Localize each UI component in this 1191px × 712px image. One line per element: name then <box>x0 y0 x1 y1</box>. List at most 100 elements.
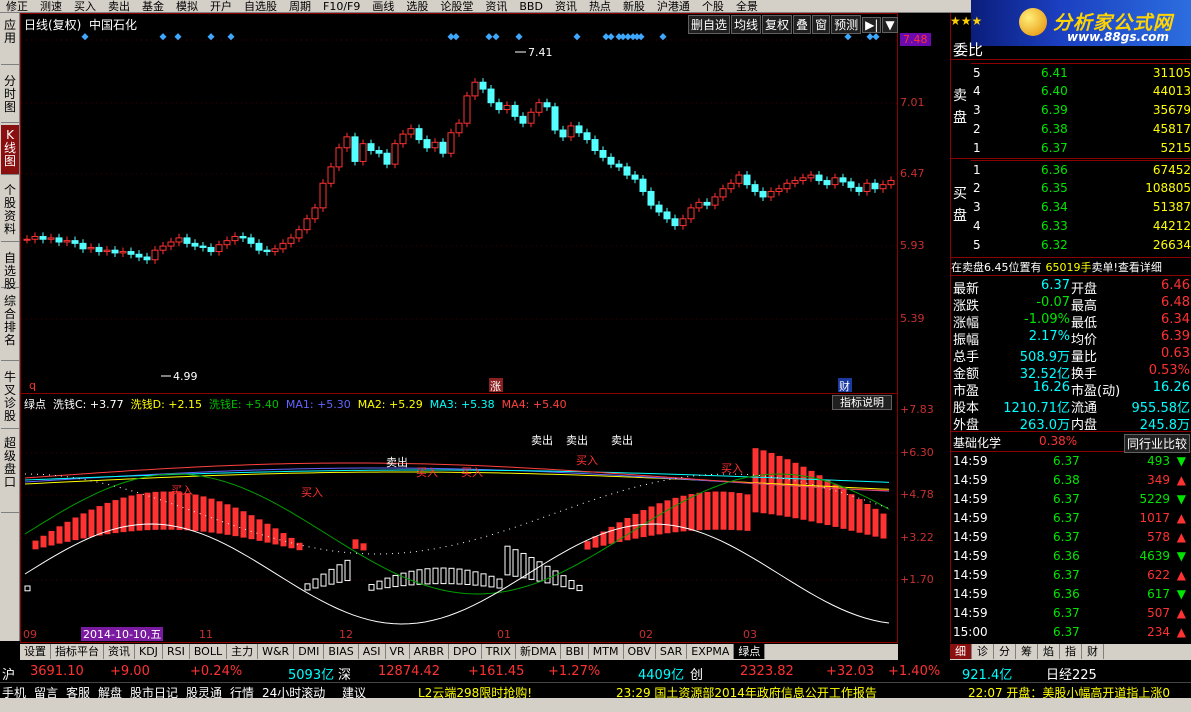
indicator-tab[interactable]: RSI <box>163 644 190 659</box>
chart-button[interactable]: 预测 <box>831 15 862 34</box>
indicator-tab[interactable]: 主力 <box>227 644 259 659</box>
indicator-header: 绿点 洗钱C: +3.77 洗钱D: +2.15 洗钱E: +5.40 MA1: +5.… <box>24 396 574 412</box>
sidebar-item[interactable]: 自选股 <box>1 248 19 291</box>
panel-tab[interactable]: 细 <box>950 644 972 659</box>
note-detail-link[interactable]: 查看详细 <box>1118 261 1162 274</box>
menu-item[interactable]: 修正 <box>0 1 34 13</box>
stat-row: 总手 508.9万 量比 0.63 <box>953 346 1190 365</box>
indicator-tab[interactable]: DMI <box>294 644 325 659</box>
menu-item[interactable]: F10/F9 <box>317 1 366 13</box>
pane-separator[interactable] <box>20 393 898 394</box>
candle-body <box>639 178 647 192</box>
indicator-tab[interactable]: BOLL <box>190 644 228 659</box>
menu-item[interactable]: 资讯 <box>479 1 513 13</box>
index-sh: 沪 <box>2 668 16 683</box>
menu-item[interactable]: 自选股 <box>238 1 283 13</box>
indicator-tab[interactable]: TRIX <box>482 644 516 659</box>
menu-item[interactable]: 模拟 <box>170 1 204 13</box>
panel-tab[interactable]: 诊 <box>972 644 994 659</box>
indicator-bar <box>848 494 855 531</box>
arrow-up-icon: ▲ <box>1176 511 1186 525</box>
indicator-bar <box>520 552 527 579</box>
indicator-tab[interactable]: VR <box>386 644 410 659</box>
chart-button[interactable]: 均线 <box>731 15 762 34</box>
indicator-axis-label: +4.78 <box>900 488 934 501</box>
candle-body <box>415 128 423 141</box>
candle-body <box>399 133 407 145</box>
chart-button[interactable]: ▶| <box>862 17 882 33</box>
tick-row: 15:00 6.37 234 ▲ <box>953 625 1190 643</box>
indicator-tab[interactable]: W&R <box>258 644 295 659</box>
menu-item[interactable]: 开户 <box>204 1 238 13</box>
menu-item[interactable]: 买入 <box>68 1 102 13</box>
menu-item[interactable]: 卖出 <box>102 1 136 13</box>
period-label[interactable]: 日线(复权) <box>24 18 81 32</box>
chart-button[interactable]: 复权 <box>762 15 793 34</box>
menu-item[interactable]: 选股 <box>400 1 434 13</box>
menu-item[interactable]: 个股 <box>696 1 730 13</box>
menu-item[interactable]: 全景 <box>730 1 764 13</box>
candle-body <box>807 174 815 179</box>
divider <box>951 158 1191 159</box>
menu-item[interactable]: 测速 <box>34 1 68 13</box>
sidebar-item[interactable]: 超级盘口 <box>1 433 19 513</box>
mark-cai: 财 <box>839 379 850 393</box>
candle-body <box>95 246 103 253</box>
menu-item[interactable]: 周期 <box>283 1 317 13</box>
menu-item[interactable]: 论股堂 <box>434 1 479 13</box>
indicator-tab[interactable]: BBI <box>561 644 589 659</box>
menu-item[interactable]: 资讯 <box>549 1 583 13</box>
sidebar-item[interactable]: 个股资料 <box>1 180 19 242</box>
menu-item[interactable]: 新股 <box>617 1 651 13</box>
indicator-tab[interactable]: 新DMA <box>516 644 562 659</box>
compare-button[interactable]: 同行业比较 <box>1123 434 1190 453</box>
low-mark: 4.99 <box>173 370 198 383</box>
panel-tab[interactable]: 分 <box>994 644 1016 659</box>
sidebar-item[interactable]: 应用 <box>1 15 19 65</box>
kline-chart[interactable]: 7.487.016.475.935.397.414.99q涨财买入买入买入买入买… <box>21 14 897 642</box>
indicator-tab[interactable]: SAR <box>656 644 688 659</box>
menu-item[interactable]: 沪港通 <box>651 1 696 13</box>
indicator-tab[interactable]: 指标平台 <box>51 644 104 659</box>
indicator-bar <box>752 448 759 513</box>
indicator-bar <box>376 580 383 590</box>
indicator-tab[interactable]: ARBR <box>410 644 450 659</box>
stat-row: 最新 6.37 开盘 6.46 <box>953 278 1190 297</box>
indicator-tab[interactable]: 绿点 <box>734 644 766 659</box>
indicator-tab[interactable]: BIAS <box>324 644 359 659</box>
indicator-tab[interactable]: KDJ <box>135 644 163 659</box>
indicator-tab[interactable]: 资讯 <box>104 644 135 659</box>
menu-item[interactable]: BBD <box>513 1 549 13</box>
candle-body <box>831 177 839 186</box>
sector-name[interactable]: 基础化学 <box>953 436 1001 450</box>
panel-tab[interactable]: 指 <box>1060 644 1082 659</box>
indicator-tab[interactable]: MTM <box>589 644 624 659</box>
sidebar-item[interactable]: 综合排名 <box>1 291 19 361</box>
panel-tab[interactable]: 焰 <box>1038 644 1060 659</box>
tick-volume: 5229 <box>1139 492 1170 506</box>
indicator-bar <box>632 513 639 539</box>
menu-item[interactable]: 热点 <box>583 1 617 13</box>
order-note[interactable]: 在卖盘6.45位置有 65019手卖单!查看详细 <box>951 259 1191 275</box>
chart-button[interactable]: 删自选 <box>688 15 731 34</box>
indicator-tab[interactable]: OBV <box>624 644 656 659</box>
sidebar-item[interactable]: 分时图 <box>1 71 19 123</box>
arrow-down-icon: ▼ <box>1176 454 1186 468</box>
panel-tab[interactable]: 财 <box>1082 644 1104 659</box>
sidebar-item[interactable]: K线图 <box>1 125 19 175</box>
menu-item[interactable]: 基金 <box>136 1 170 13</box>
chart-button[interactable]: 窗 <box>812 15 831 34</box>
indicator-bar <box>400 572 407 587</box>
indicator-tab[interactable]: EXPMA <box>687 644 735 659</box>
panel-tab[interactable]: 筹 <box>1016 644 1038 659</box>
chart-area[interactable]: 7.487.016.475.935.397.414.99q涨财买入买入买入买入买… <box>20 13 898 643</box>
chart-button[interactable]: ▼ <box>882 17 898 33</box>
indicator-help-button[interactable]: 指标说明 <box>832 395 892 410</box>
indicator-tab[interactable]: ASI <box>359 644 386 659</box>
chart-button[interactable]: 叠 <box>793 15 812 34</box>
menu-item[interactable]: 画线 <box>366 1 400 13</box>
indicator-tab[interactable]: DPO <box>449 644 482 659</box>
indicator-tab[interactable]: 设置 <box>20 644 51 659</box>
sidebar-item[interactable]: 牛叉诊股 <box>1 367 19 429</box>
candle-body <box>183 237 191 244</box>
